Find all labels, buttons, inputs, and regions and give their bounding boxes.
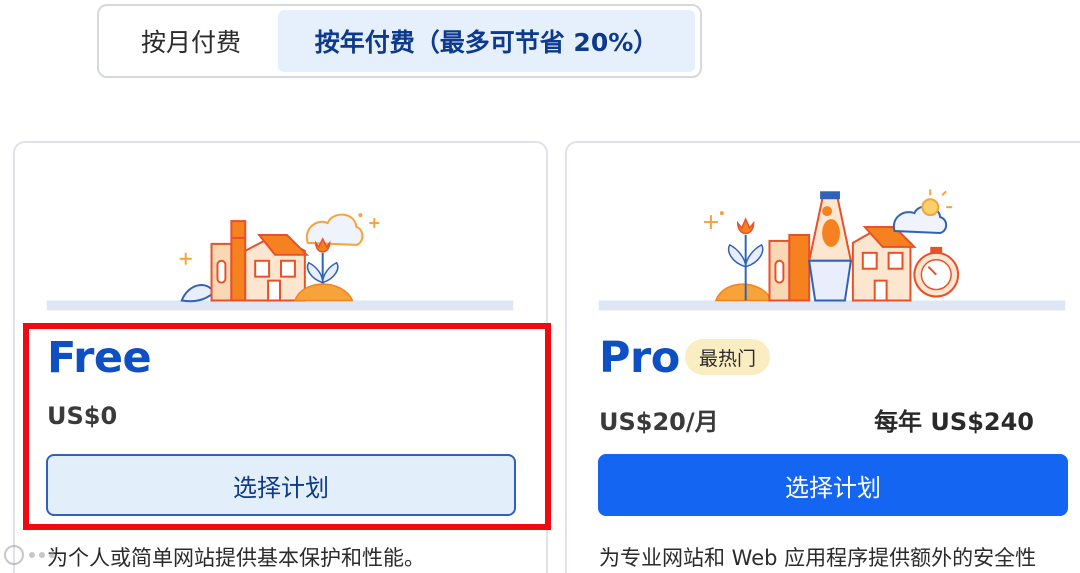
free-plan-card: Free US$0 选择计划 为个人或简单网站提供基本保护和性能。: [13, 141, 548, 573]
free-plan-name: Free: [47, 333, 152, 383]
most-popular-badge: 最热门: [685, 339, 771, 375]
pro-plan-illustration: [567, 143, 1080, 318]
free-plan-illustration: [15, 143, 546, 318]
pro-plan-description: 为专业网站和 Web 应用程序提供额外的安全性: [599, 546, 1037, 570]
free-plan-description: 为个人或简单网站提供基本保护和性能。: [47, 546, 425, 570]
pro-plan-annual-price: 每年 US$240: [874, 408, 1034, 436]
toggle-annual-option[interactable]: 按年付费（最多可节省 20%）: [278, 10, 695, 72]
billing-period-toggle: 按月付费 按年付费（最多可节省 20%）: [97, 4, 702, 78]
free-plan-price: US$0: [47, 402, 118, 430]
free-select-plan-button[interactable]: 选择计划: [46, 454, 516, 516]
pricing-page: 按月付费 按年付费（最多可节省 20%） Free US$0 选择计划 为个人或…: [0, 0, 1080, 573]
pro-select-plan-button[interactable]: 选择计划: [598, 454, 1068, 516]
toggle-monthly-option[interactable]: 按月付费: [104, 10, 278, 72]
pro-plan-card: Pro 最热门 US$20/月 每年 US$240 选择计划 为专业网站和 We…: [565, 141, 1080, 573]
pro-plan-name: Pro: [599, 333, 680, 383]
pro-plan-monthly-price: US$20/月: [599, 408, 719, 436]
watermark-logo: [2, 540, 62, 570]
